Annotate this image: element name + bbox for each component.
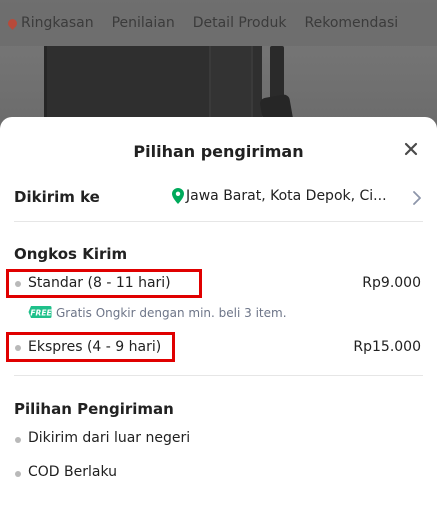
tab-label: Detail Produk (192, 15, 287, 31)
location-pin-icon (6, 16, 19, 30)
bullet-dot (15, 471, 21, 477)
destination-text: Jawa Barat, Kota Depok, Ci... (186, 188, 387, 204)
shipping-option-standar-price: Rp9.000 (362, 275, 421, 291)
tab-detail-produk[interactable]: Detail Produk (185, 15, 297, 31)
location-pin-icon (172, 188, 184, 204)
standar-highlight-box (6, 269, 202, 298)
product-page-backdrop[interactable]: Ringkasan Penilaian Detail Produk Rekome… (0, 0, 437, 136)
tab-rekomendasi[interactable]: Rekomendasi (297, 15, 409, 31)
tab-ringkasan[interactable]: Ringkasan (0, 15, 104, 31)
chevron-right-icon[interactable] (413, 191, 421, 205)
shipping-options-sheet: Pilihan pengiriman Dikirim ke Jawa Barat… (0, 117, 437, 505)
product-image-pocket (209, 46, 253, 128)
sheet-title: Pilihan pengiriman (133, 142, 304, 161)
section-divider (14, 375, 423, 376)
ekspres-highlight-box (6, 332, 175, 362)
free-shipping-promo-text: Gratis Ongkir dengan min. beli 3 item. (56, 306, 287, 320)
tab-label: Rekomendasi (304, 15, 399, 31)
tab-penilaian[interactable]: Penilaian (104, 15, 185, 31)
shipping-cost-title: Ongkos Kirim (14, 245, 128, 263)
free-shipping-badge-icon: FREE (28, 306, 52, 318)
destination-row[interactable]: Dikirim ke Jawa Barat, Kota Depok, Ci... (14, 177, 423, 222)
delivery-option-overseas: Dikirim dari luar negeri (28, 430, 191, 446)
delivery-option-cod: COD Berlaku (28, 464, 118, 480)
tab-label: Penilaian (111, 15, 175, 31)
bullet-dot (15, 437, 21, 443)
product-tab-bar: Ringkasan Penilaian Detail Produk Rekome… (0, 0, 437, 46)
free-badge-text: FREE (30, 308, 52, 317)
shipping-option-ekspres-price: Rp15.000 (353, 339, 421, 355)
tab-label: Ringkasan (21, 15, 94, 31)
close-icon[interactable] (403, 141, 419, 157)
destination-label: Dikirim ke (14, 188, 100, 206)
destination-value: Jawa Barat, Kota Depok, Ci... (172, 188, 402, 204)
delivery-options-title: Pilihan Pengiriman (14, 400, 174, 418)
